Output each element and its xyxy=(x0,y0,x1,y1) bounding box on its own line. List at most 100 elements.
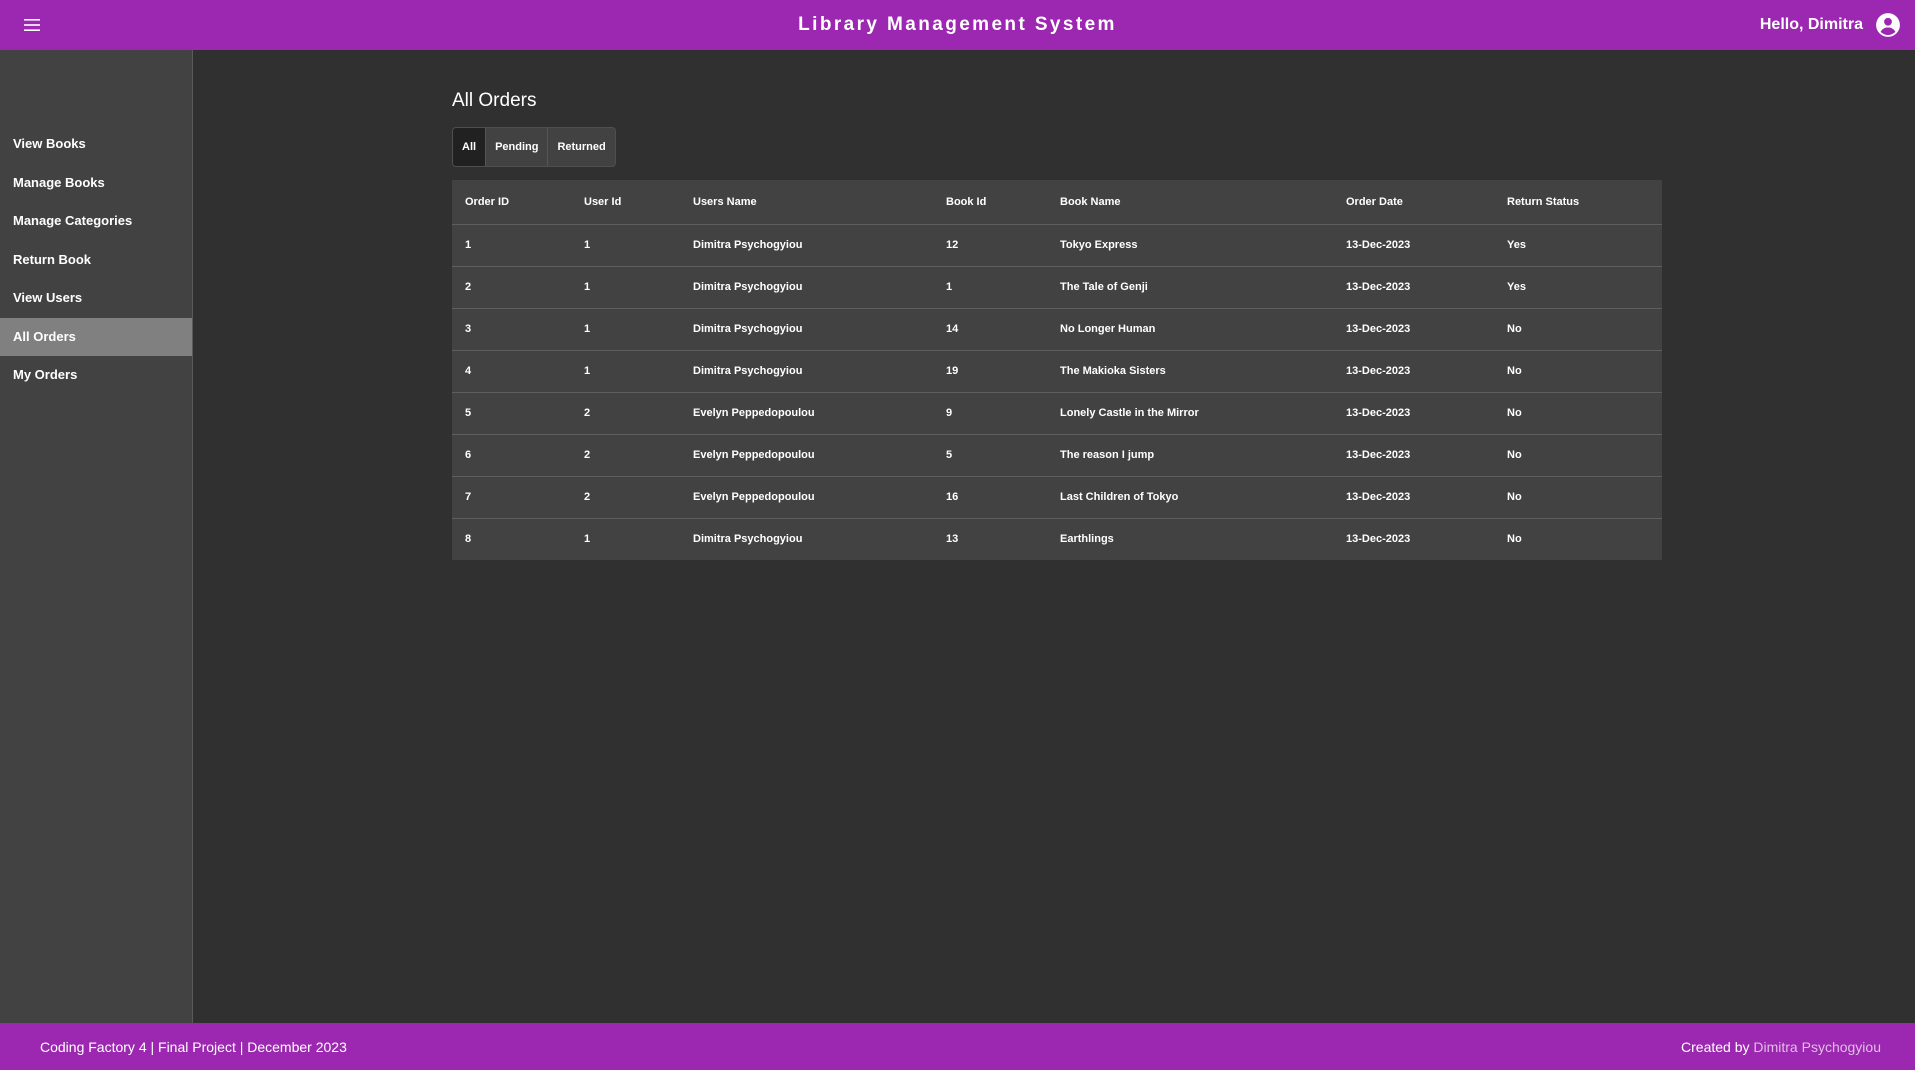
user-id-cell: 1 xyxy=(584,533,591,546)
book-id-cell: 12 xyxy=(933,224,1047,267)
sidebar-item-view-books[interactable]: View Books xyxy=(0,125,192,164)
order-date-cell: 13-Dec-2023 xyxy=(1333,266,1494,309)
users-name-cell: Dimitra Psychogyiou xyxy=(680,308,933,351)
account-button[interactable] xyxy=(1875,12,1901,38)
sidebar: View Books Manage Books Manage Categorie… xyxy=(0,50,193,1023)
order-date-cell: 13-Dec-2023 xyxy=(1333,224,1494,267)
table-header-row: Order ID User Id Users Name Book Id Book… xyxy=(452,180,1662,225)
sidebar-item-all-orders[interactable]: All Orders xyxy=(0,317,192,356)
column-header-order-id[interactable]: Order ID xyxy=(452,180,571,225)
table-row[interactable]: 2 1 Dimitra Psychogyiou 1 The Tale of Genji 1… xyxy=(452,266,1662,309)
book-name-cell: Lonely Castle in the Mirror xyxy=(1047,392,1333,435)
book-name-cell: Last Children of Tokyo xyxy=(1047,476,1333,519)
column-header-order-date[interactable]: Order Date xyxy=(1333,180,1494,225)
users-name-cell: Evelyn Peppedopoulou xyxy=(680,392,933,435)
users-name-cell: Dimitra Psychogyiou xyxy=(680,266,933,309)
book-name-cell: The Tale of Genji xyxy=(1047,266,1333,309)
column-header-return-status[interactable]: Return Status xyxy=(1494,180,1662,225)
table-row[interactable]: 3 1 Dimitra Psychogyiou 14 No Longer Human 13… xyxy=(452,308,1662,351)
created-by-label: Created by xyxy=(1681,1038,1750,1055)
book-name-cell: The reason I jump xyxy=(1047,434,1333,477)
user-id-cell: 1 xyxy=(571,266,680,309)
order-date-cell: 13-Dec-2023 xyxy=(1333,476,1494,519)
user-id-cell: 2 xyxy=(571,476,680,519)
order-id-cell: 7 xyxy=(452,476,571,519)
book-id-cell: 19 xyxy=(933,350,1047,393)
column-header-book-name[interactable]: Book Name xyxy=(1047,180,1333,225)
filter-all-button[interactable]: All xyxy=(453,128,487,166)
order-id-cell: 3 xyxy=(452,308,571,351)
footer: Coding Factory 4 | Final Project | Decem… xyxy=(0,1023,1915,1070)
return-status-cell: Yes xyxy=(1494,266,1662,309)
user-id-cell: 2 xyxy=(571,434,680,477)
order-id-cell: 8 xyxy=(465,533,472,546)
table-row[interactable]: 5 2 Evelyn Peppedopoulou 9 Lonely Castle in … xyxy=(452,392,1662,435)
users-name-cell: Dimitra Psychogyiou xyxy=(680,224,933,267)
book-id-cell: 16 xyxy=(933,476,1047,519)
sidebar-nav-list: View Books Manage Books Manage Categorie… xyxy=(0,125,192,395)
app-title: Library Management System xyxy=(798,14,1117,35)
user-area: Hello, Dimitra xyxy=(1760,0,1901,50)
table-row[interactable]: 4 1 Dimitra Psychogyiou 19 The Makioka Siste… xyxy=(452,350,1662,393)
author-link[interactable]: Dimitra Psychogyiou xyxy=(1753,1039,1881,1055)
order-date-cell: 13-Dec-2023 xyxy=(1333,350,1494,393)
book-name-cell: Earthlings xyxy=(1060,533,1114,546)
user-id-cell: 1 xyxy=(571,224,680,267)
book-id-cell: 5 xyxy=(933,434,1047,477)
order-date-cell: 13-Dec-2023 xyxy=(1333,308,1494,351)
book-id-cell: 13 xyxy=(946,533,959,546)
footer-project-info: Coding Factory 4 | Final Project | Decem… xyxy=(40,1038,347,1055)
order-filter-toggle-group: All Pending Returned xyxy=(452,127,616,167)
order-id-cell: 6 xyxy=(452,434,571,477)
orders-table: Order ID User Id Users Name Book Id Book… xyxy=(452,180,1662,560)
order-id-cell: 5 xyxy=(452,392,571,435)
users-name-cell: Dimitra Psychogyiou xyxy=(680,350,933,393)
return-status-cell: No xyxy=(1494,392,1662,435)
return-status-cell: No xyxy=(1494,350,1662,393)
users-name-cell: Evelyn Peppedopoulou xyxy=(680,476,933,519)
account-circle-icon xyxy=(1876,13,1900,37)
order-id-cell: 4 xyxy=(452,350,571,393)
column-header-users-name[interactable]: Users Name xyxy=(680,180,933,225)
order-date-cell: 13-Dec-2023 xyxy=(1333,392,1494,435)
hamburger-menu-icon xyxy=(24,19,40,31)
column-header-book-id[interactable]: Book Id xyxy=(933,180,1047,225)
return-status-cell: No xyxy=(1494,308,1662,351)
order-date-cell: 13-Dec-2023 xyxy=(1346,533,1411,546)
book-name-cell: Tokyo Express xyxy=(1047,224,1333,267)
sidebar-item-my-orders[interactable]: My Orders xyxy=(0,356,192,395)
page-title: All Orders xyxy=(452,90,537,111)
user-greeting: Hello, Dimitra xyxy=(1759,16,1863,33)
user-id-cell: 1 xyxy=(571,308,680,351)
table-row[interactable]: 8 1 Dimitra Psychogyiou 13 Earthlings 13-Dec-… xyxy=(452,518,1662,560)
return-status-cell: No xyxy=(1507,533,1522,546)
order-id-cell: 1 xyxy=(452,224,571,267)
table-row[interactable]: 6 2 Evelyn Peppedopoulou 5 The reason I jump… xyxy=(452,434,1662,477)
user-id-cell: 2 xyxy=(571,392,680,435)
book-name-cell: No Longer Human xyxy=(1047,308,1333,351)
sidebar-item-manage-categories[interactable]: Manage Categories xyxy=(0,202,192,241)
book-id-cell: 1 xyxy=(933,266,1047,309)
user-id-cell: 1 xyxy=(571,350,680,393)
sidebar-item-view-users[interactable]: View Users xyxy=(0,279,192,318)
order-date-cell: 13-Dec-2023 xyxy=(1333,434,1494,477)
sidebar-item-return-book[interactable]: Return Book xyxy=(0,241,192,280)
main-content: All Orders All Pending Returned Order ID… xyxy=(194,50,1915,1023)
order-id-cell: 2 xyxy=(452,266,571,309)
top-app-bar: Library Management System Hello, Dimitra xyxy=(0,0,1915,50)
book-id-cell: 9 xyxy=(933,392,1047,435)
filter-pending-button[interactable]: Pending xyxy=(486,128,549,166)
table-row[interactable]: 7 2 Evelyn Peppedopoulou 16 Last Children of… xyxy=(452,476,1662,519)
book-name-cell: The Makioka Sisters xyxy=(1047,350,1333,393)
orders-table-body: 1 1 Dimitra Psychogyiou 12 Tokyo Express 13-D… xyxy=(452,224,1662,560)
return-status-cell: No xyxy=(1494,476,1662,519)
table-row[interactable]: 1 1 Dimitra Psychogyiou 12 Tokyo Express 13-D… xyxy=(452,224,1662,267)
sidebar-item-manage-books[interactable]: Manage Books xyxy=(0,164,192,203)
menu-button[interactable] xyxy=(20,13,44,37)
return-status-cell: No xyxy=(1494,434,1662,477)
book-id-cell: 14 xyxy=(933,308,1047,351)
column-header-user-id[interactable]: User Id xyxy=(571,180,680,225)
filter-returned-button[interactable]: Returned xyxy=(548,128,615,166)
users-name-cell: Evelyn Peppedopoulou xyxy=(680,434,933,477)
footer-credits: Created by Dimitra Psychogyiou xyxy=(1681,1039,1881,1055)
